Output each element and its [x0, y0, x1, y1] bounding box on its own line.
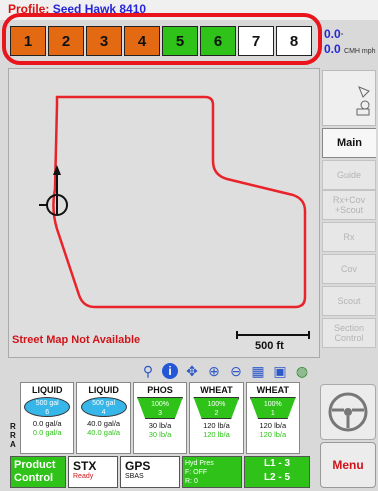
orientation-icon [356, 86, 370, 116]
section-button-2[interactable]: 2 [48, 26, 84, 56]
stx-state: Ready [73, 473, 94, 480]
steering-button[interactable] [320, 384, 376, 440]
section-button-6[interactable]: 6 [200, 26, 236, 56]
lane-line-1: L1 - 3 [263, 458, 291, 469]
section-button-8[interactable]: 8 [276, 26, 312, 56]
status-bar: Product Control STX Ready GPS SBAS Hyd P… [10, 456, 310, 488]
heading-value: 0.0 [324, 27, 341, 41]
bin-target-rate: 0.0 gal/a [32, 428, 62, 437]
hyd-line-1: Hyd Pres [185, 460, 214, 467]
bin-target-rate: 120 lb/a [259, 430, 287, 439]
tab-rx-cov-scout[interactable]: Rx+Cov +Scout [322, 190, 376, 220]
orientation-box[interactable] [322, 70, 376, 126]
section-button-3[interactable]: 3 [86, 26, 122, 56]
tab-section-control[interactable]: Section Control [322, 318, 376, 348]
product-bin[interactable]: WHEAT 100% 1 120 lb/a 120 lb/a [245, 382, 301, 454]
bin-number: 2 [214, 410, 219, 417]
lanes-status[interactable]: L1 - 3 L2 - 5 [244, 456, 310, 488]
tab-guide[interactable]: Guide [322, 160, 376, 190]
gps-status[interactable]: GPS SBAS [120, 456, 180, 488]
tab-main[interactable]: Main [322, 128, 376, 158]
hyd-line-2: F: OFF [185, 469, 208, 476]
bin-rate: 0.0 gal/a [32, 419, 62, 428]
section-row: 12345678 [10, 26, 312, 56]
bin-number: 4 [101, 409, 106, 416]
stx-status[interactable]: STX Ready [68, 456, 118, 488]
tab-rx[interactable]: Rx [322, 222, 376, 252]
field-map [39, 95, 310, 339]
bin-name: LIQUID [88, 385, 119, 395]
tool-row: ⚲ i ✥ ⊕ ⊖ ▦ ▣ ◍ [140, 360, 378, 382]
bin-target-rate: 40.0 gal/a [87, 428, 121, 437]
tab-cov[interactable]: Cov [322, 254, 376, 284]
tab-scout[interactable]: Scout [322, 286, 376, 316]
bin-rate: 40.0 gal/a [87, 419, 121, 428]
profile-prefix: Profile: [8, 2, 50, 16]
menu-button[interactable]: Menu [320, 442, 376, 488]
gps-state: SBAS [125, 473, 144, 480]
scale-bar [236, 331, 310, 339]
bin-rate: 30 lb/a [148, 421, 172, 430]
bin-name: WHEAT [200, 385, 233, 395]
lane-line-2: L2 - 5 [263, 472, 291, 483]
bin-level: 500 gal 6 [24, 397, 71, 417]
hydraulic-status[interactable]: Hyd Pres F: OFF R: 0 [182, 456, 242, 488]
bin-name: WHEAT [256, 385, 289, 395]
product-bin[interactable]: PHOS 100% 3 30 lb/a 30 lb/a [132, 382, 188, 454]
map-view[interactable] [8, 68, 320, 358]
section-button-7[interactable]: 7 [238, 26, 274, 56]
bin-rate: 120 lb/a [259, 421, 287, 430]
product-bin[interactable]: LIQUID 500 gal 4 40.0 gal/a 40.0 gal/a [76, 382, 131, 454]
bin-fill: 100% [263, 401, 282, 408]
bin-fill: 500 gal [35, 400, 59, 407]
bin-fill: 100% [207, 401, 226, 408]
ruler-icon[interactable]: ⚲ [140, 363, 156, 379]
zoom-in-icon[interactable]: ⊕ [206, 363, 222, 379]
globe-icon[interactable]: ◍ [294, 363, 310, 379]
bin-level: 100% 2 [193, 397, 240, 419]
profile-name: Seed Hawk 8410 [52, 2, 147, 16]
bin-level: 100% 3 [137, 397, 184, 419]
steering-wheel-icon [328, 392, 368, 432]
section-button-4[interactable]: 4 [124, 26, 160, 56]
bin-target-rate: 120 lb/a [203, 430, 230, 439]
section-button-5[interactable]: 5 [162, 26, 198, 56]
speed-unit: CMH mph [344, 48, 376, 55]
bin-level: 100% 1 [249, 397, 296, 419]
gps-title: GPS [125, 459, 151, 473]
layers-icon[interactable]: ▣ [272, 363, 288, 379]
bin-target-rate: 30 lb/a [148, 430, 172, 439]
pan-icon[interactable]: ✥ [184, 363, 200, 379]
street-map-message: Street Map Not Available [12, 334, 141, 346]
stx-title: STX [73, 459, 97, 473]
grid-icon[interactable]: ▦ [250, 363, 266, 379]
heading-unit: ° [340, 33, 344, 40]
bin-number: 3 [158, 410, 162, 417]
speed-readout: 0.0° 0.0 CMH mph [324, 28, 376, 58]
bin-fill: 100% [151, 401, 169, 408]
product-bin[interactable]: LIQUID 500 gal 6 0.0 gal/a 0.0 gal/a [20, 382, 75, 454]
bin-rate: 120 lb/a [203, 421, 230, 430]
section-button-1[interactable]: 1 [10, 26, 46, 56]
speed-value: 0.0 [324, 42, 341, 56]
product-bins: LIQUID 500 gal 6 0.0 gal/a 0.0 gal/a LIQUID 50… [20, 382, 301, 454]
field-boundary [52, 95, 307, 309]
zoom-out-icon[interactable]: ⊖ [228, 363, 244, 379]
info-icon[interactable]: i [162, 363, 178, 379]
bin-level: 500 gal 4 [80, 397, 127, 417]
hyd-line-3: R: 0 [185, 478, 198, 485]
rate-row-label: RRA [10, 422, 16, 449]
product-bin[interactable]: WHEAT 100% 2 120 lb/a 120 lb/a [189, 382, 244, 454]
bin-fill: 500 gal [92, 400, 116, 407]
bin-number: 1 [270, 410, 275, 417]
bin-number: 6 [45, 409, 50, 416]
scale-label: 500 ft [255, 340, 284, 352]
profile-label: Profile: Seed Hawk 8410 [8, 2, 146, 16]
bin-name: PHOS [147, 385, 173, 395]
bin-name: LIQUID [31, 385, 63, 395]
product-control-button[interactable]: Product Control [10, 456, 66, 488]
